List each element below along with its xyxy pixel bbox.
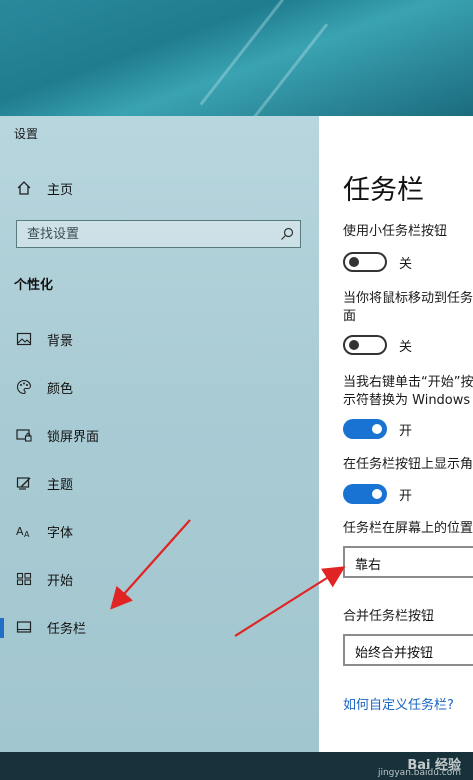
small-taskbar-buttons-toggle[interactable] [343, 252, 387, 272]
powershell-state: 开 [399, 424, 413, 439]
combine-buttons-dropdown[interactable]: 始终合并按钮 [343, 634, 473, 666]
sidebar-item-colors[interactable]: 颜色 [0, 373, 319, 403]
palette-icon [16, 379, 32, 395]
badges-toggle[interactable] [343, 484, 387, 504]
sidebar-item-label: 背景 [47, 334, 74, 349]
search-input[interactable] [17, 221, 272, 247]
peek-label: 当你将鼠标移动到任务 [343, 291, 473, 306]
font-icon: A A [16, 525, 30, 539]
badges-state: 开 [399, 489, 413, 504]
image-icon [16, 332, 32, 346]
sidebar-item-label: 字体 [47, 526, 74, 541]
settings-content: 任务栏 使用小任务栏按钮 关 当你将鼠标移动到任务 面 关 当我右键单击“开始”… [319, 116, 473, 752]
sidebar-item-label: 开始 [47, 574, 74, 589]
desktop-wallpaper [0, 0, 473, 116]
search-box[interactable] [16, 220, 301, 248]
sidebar-item-label: 主页 [47, 183, 74, 198]
peek-toggle[interactable] [343, 335, 387, 355]
sidebar-item-label: 主题 [47, 478, 74, 493]
search-icon[interactable] [280, 227, 294, 241]
toggle-knob [349, 340, 359, 350]
page-title: 任务栏 [343, 175, 424, 206]
toggle-knob [372, 489, 382, 499]
window-title: 设置 [14, 127, 39, 141]
sidebar-item-themes[interactable]: 主题 [0, 469, 319, 499]
sidebar-item-home[interactable]: 主页 [0, 174, 319, 202]
home-icon [17, 181, 31, 195]
taskbar-icon [16, 621, 32, 633]
sidebar-item-background[interactable]: 背景 [0, 325, 319, 355]
combine-buttons-label: 合并任务栏按钮 [343, 609, 435, 624]
taskbar-location-dropdown[interactable]: 靠右 [343, 546, 473, 578]
start-icon [16, 572, 32, 586]
svg-text:A: A [16, 525, 24, 538]
sidebar-item-lock-screen[interactable]: 锁屏界面 [0, 421, 319, 451]
small-taskbar-buttons-state: 关 [399, 257, 413, 272]
taskbar-location-label: 任务栏在屏幕上的位置 [343, 521, 473, 536]
watermark-url: jingyan.baidu.com [377, 768, 461, 778]
svg-text:A: A [24, 530, 30, 539]
combine-buttons-value: 始终合并按钮 [355, 646, 434, 661]
small-taskbar-buttons-label: 使用小任务栏按钮 [343, 224, 448, 239]
peek-state: 关 [399, 340, 413, 355]
sidebar-item-label: 任务栏 [47, 622, 87, 637]
help-link[interactable]: 如何自定义任务栏? [343, 694, 454, 713]
powershell-toggle[interactable] [343, 419, 387, 439]
sidebar-item-label: 颜色 [47, 382, 74, 397]
lock-screen-icon [16, 429, 32, 442]
theme-icon [16, 477, 31, 490]
sidebar-item-taskbar[interactable]: 任务栏 [0, 613, 319, 643]
toggle-knob [372, 424, 382, 434]
section-title: 个性化 [14, 278, 54, 293]
settings-sidebar: 设置 主页 个性化 背景 颜色 [0, 116, 319, 752]
badges-label: 在任务栏按钮上显示角 [343, 457, 473, 472]
taskbar-location-value: 靠右 [355, 558, 382, 573]
sidebar-item-fonts[interactable]: A A 字体 [0, 517, 319, 547]
sidebar-item-label: 锁屏界面 [47, 430, 100, 445]
powershell-label-cont: 示符替换为 Windows [343, 393, 471, 408]
peek-label-cont: 面 [343, 309, 357, 324]
toggle-knob [349, 257, 359, 267]
sidebar-item-start[interactable]: 开始 [0, 565, 319, 595]
